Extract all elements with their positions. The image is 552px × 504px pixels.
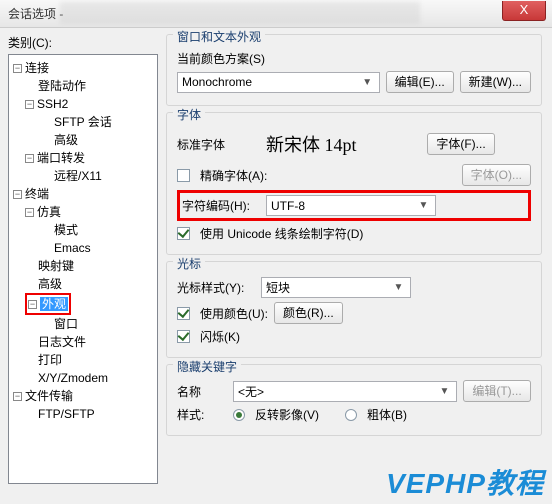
edit-scheme-button[interactable]: 编辑(E)...: [386, 71, 454, 93]
font-button[interactable]: 字体(F)...: [427, 133, 495, 155]
tree-item-emacs[interactable]: Emacs: [11, 239, 155, 257]
unicode-line-checkbox[interactable]: [177, 227, 190, 240]
cursor-style-label: 光标样式(Y):: [177, 279, 255, 296]
category-tree[interactable]: −连接 登陆动作 −SSH2 SFTP 会话 高级 −端口转发 远程/X11 −…: [8, 54, 158, 484]
tree-item-terminal[interactable]: −终端: [11, 185, 155, 203]
collapse-icon[interactable]: −: [13, 190, 22, 199]
tree-item-window[interactable]: 窗口: [11, 315, 155, 333]
group-window-text: 窗口和文本外观 当前颜色方案(S) Monochrome ▼ 编辑(E)... …: [166, 34, 542, 106]
bold-label: 粗体(B): [367, 406, 407, 423]
close-icon: X: [520, 2, 529, 17]
std-font-label: 标准字体: [177, 136, 255, 153]
settings-panel: 窗口和文本外观 当前颜色方案(S) Monochrome ▼ 编辑(E)... …: [162, 28, 552, 504]
edit-name-button: 编辑(T)...: [463, 380, 531, 402]
tree-item-map-keys[interactable]: 映射键: [11, 257, 155, 275]
collapse-icon[interactable]: −: [28, 300, 37, 309]
font-sample: 新宋体 14pt: [261, 128, 421, 160]
encoding-label: 字符编码(H):: [182, 197, 260, 214]
tree-item-print[interactable]: 打印: [11, 351, 155, 369]
tree-item-log-file[interactable]: 日志文件: [11, 333, 155, 351]
titlebar-blur: [60, 2, 420, 24]
collapse-icon[interactable]: −: [13, 392, 22, 401]
name-label: 名称: [177, 383, 227, 400]
chevron-down-icon: ▼: [360, 77, 375, 88]
cursor-style-select[interactable]: 短块 ▼: [261, 277, 411, 298]
tree-item-emulation[interactable]: −仿真: [11, 203, 155, 221]
tree-item-appearance[interactable]: −外观: [11, 293, 155, 315]
group-title: 光标: [173, 255, 205, 272]
close-button[interactable]: X: [502, 1, 546, 21]
chevron-down-icon: ▼: [416, 200, 431, 211]
tree-item-remote-x11[interactable]: 远程/X11: [11, 167, 155, 185]
unicode-line-label: 使用 Unicode 线条绘制字符(D): [200, 225, 363, 242]
exact-font-label: 精确字体(A):: [200, 167, 456, 184]
name-select[interactable]: <无> ▼: [233, 381, 457, 402]
style-label: 样式:: [177, 406, 227, 423]
tree-item-mode[interactable]: 模式: [11, 221, 155, 239]
use-color-label: 使用颜色(U):: [200, 305, 268, 322]
group-font: 字体 标准字体 新宋体 14pt 字体(F)... 精确字体(A): 字体(O)…: [166, 112, 542, 255]
font2-button: 字体(O)...: [462, 164, 531, 186]
scheme-label: 当前颜色方案(S): [177, 50, 265, 67]
tree-item-login-action[interactable]: 登陆动作: [11, 77, 155, 95]
dialog-body: 类别(C): −连接 登陆动作 −SSH2 SFTP 会话 高级 −端口转发 远…: [0, 28, 552, 504]
chevron-down-icon: ▼: [437, 386, 452, 397]
blink-checkbox[interactable]: [177, 330, 190, 343]
session-options-window: 会话选项 - X 类别(C): −连接 登陆动作 −SSH2 SFTP 会话 高…: [0, 0, 552, 504]
scheme-select[interactable]: Monochrome ▼: [177, 72, 380, 93]
collapse-icon[interactable]: −: [25, 100, 34, 109]
tree-item-ftp-sftp[interactable]: FTP/SFTP: [11, 405, 155, 423]
tree-item-file-transfer[interactable]: −文件传输: [11, 387, 155, 405]
use-color-checkbox[interactable]: [177, 307, 190, 320]
bold-radio[interactable]: [345, 409, 357, 421]
tree-item-sftp-session[interactable]: SFTP 会话: [11, 113, 155, 131]
category-label: 类别(C):: [8, 34, 158, 51]
tree-item-xyz[interactable]: X/Y/Zmodem: [11, 369, 155, 387]
reverse-radio[interactable]: [233, 409, 245, 421]
exact-font-checkbox[interactable]: [177, 169, 190, 182]
collapse-icon[interactable]: −: [25, 208, 34, 217]
tree-item-ssh2[interactable]: −SSH2: [11, 95, 155, 113]
tree-item-advanced[interactable]: 高级: [11, 131, 155, 149]
collapse-icon[interactable]: −: [13, 64, 22, 73]
group-cursor: 光标 光标样式(Y): 短块 ▼ 使用颜色(U): 颜色(R)...: [166, 261, 542, 358]
collapse-icon[interactable]: −: [25, 154, 34, 163]
blink-label: 闪烁(K): [200, 328, 240, 345]
chevron-down-icon: ▼: [391, 282, 406, 293]
new-scheme-button[interactable]: 新建(W)...: [460, 71, 531, 93]
window-title: 会话选项 -: [8, 5, 63, 22]
category-panel: 类别(C): −连接 登陆动作 −SSH2 SFTP 会话 高级 −端口转发 远…: [0, 28, 162, 504]
color-button[interactable]: 颜色(R)...: [274, 302, 343, 324]
group-title: 窗口和文本外观: [173, 28, 265, 45]
group-title: 隐藏关键字: [173, 358, 241, 375]
titlebar: 会话选项 - X: [0, 0, 552, 28]
tree-item-connection[interactable]: −连接: [11, 59, 155, 77]
tree-item-advanced2[interactable]: 高级: [11, 275, 155, 293]
group-hidden-keyword: 隐藏关键字 名称 <无> ▼ 编辑(T)... 样式: 反转影像(V): [166, 364, 542, 436]
group-title: 字体: [173, 106, 205, 123]
reverse-label: 反转影像(V): [255, 406, 319, 423]
tree-item-port-forward[interactable]: −端口转发: [11, 149, 155, 167]
encoding-select[interactable]: UTF-8 ▼: [266, 195, 436, 216]
